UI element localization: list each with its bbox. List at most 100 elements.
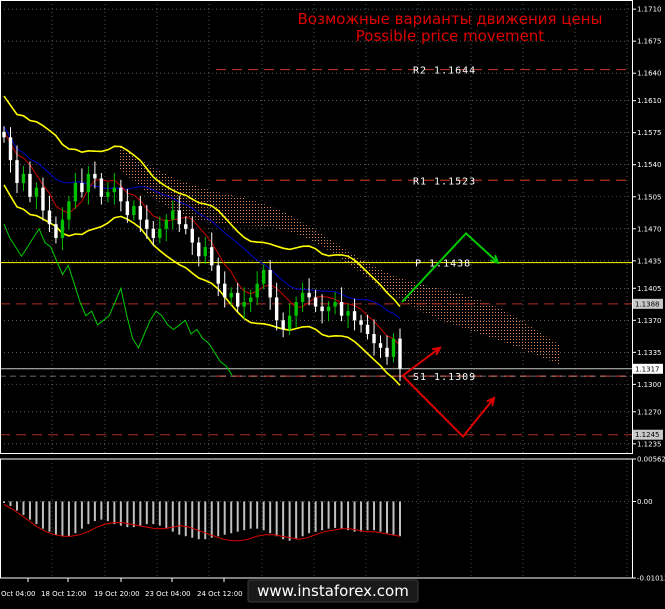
candle-body bbox=[307, 293, 310, 298]
candle-body bbox=[93, 174, 96, 179]
candle-body bbox=[359, 320, 362, 325]
level-label-r1: R1 1.1523 bbox=[413, 176, 476, 187]
candle-body bbox=[314, 297, 317, 306]
candle-body bbox=[281, 320, 284, 329]
level-label-p: P 1.1438 bbox=[415, 259, 471, 270]
price-tick-label: 1.1270 bbox=[637, 408, 662, 416]
candle-body bbox=[22, 174, 25, 183]
candle-body bbox=[54, 224, 57, 238]
price-tick-label: 1.1675 bbox=[637, 38, 662, 46]
price-tick-label: 1.1370 bbox=[637, 317, 662, 325]
axes: 1.17101.16751.16401.16101.15751.15401.15… bbox=[1, 1, 665, 599]
candle-body bbox=[2, 132, 5, 137]
candle-body bbox=[372, 334, 375, 343]
price-tick-label: 1.1575 bbox=[637, 129, 662, 137]
watermark: www.instaforex.com bbox=[248, 580, 418, 602]
candle-body bbox=[255, 284, 258, 298]
candle-body bbox=[132, 206, 135, 215]
candle-body bbox=[327, 307, 330, 312]
candle-body bbox=[191, 229, 194, 243]
price-tick-label: 1.1640 bbox=[637, 70, 662, 78]
candle-body bbox=[392, 339, 395, 357]
candle-body bbox=[113, 188, 116, 193]
candle-body bbox=[119, 188, 122, 202]
candle-body bbox=[249, 297, 252, 302]
watermark-text: www.instaforex.com bbox=[257, 582, 409, 600]
price-tick-label: 1.1505 bbox=[637, 193, 662, 201]
chart-window: R2 1.1644R1 1.1523P 1.1438S1 1.1309 1.17… bbox=[0, 0, 665, 605]
candle-body bbox=[223, 284, 226, 298]
time-tick-label: Oct 04:00 bbox=[1, 590, 36, 598]
candle-body bbox=[74, 183, 77, 201]
candle-body bbox=[100, 178, 103, 196]
candle-body bbox=[171, 210, 174, 219]
title-ru: Возможные варианты движения цены bbox=[298, 10, 603, 28]
candle-body bbox=[158, 229, 161, 238]
candle-body bbox=[145, 220, 148, 229]
candle-body bbox=[236, 293, 239, 307]
candle-body bbox=[41, 188, 44, 211]
level-label-s1: S1 1.1309 bbox=[413, 372, 476, 383]
candle-body bbox=[242, 302, 245, 307]
candle-body bbox=[61, 220, 64, 238]
time-tick-label: 24 Oct 12:00 bbox=[197, 590, 243, 598]
candle-body bbox=[152, 229, 155, 238]
level-label-r2: R2 1.1644 bbox=[413, 66, 476, 77]
price-tick-label: 1.1435 bbox=[637, 257, 662, 265]
osc-tick-label: 0.00 bbox=[637, 498, 653, 506]
title-en: Possible price movement bbox=[356, 27, 545, 45]
candle-body bbox=[87, 174, 90, 192]
candle-body bbox=[217, 265, 220, 283]
candle-body bbox=[333, 302, 336, 307]
price-tick-label: 1.1610 bbox=[637, 97, 662, 105]
candle-body bbox=[379, 343, 382, 348]
price-tick-label: 1.1540 bbox=[637, 161, 662, 169]
candle-body bbox=[398, 339, 401, 369]
candle-body bbox=[262, 270, 265, 284]
candle-body bbox=[106, 192, 109, 197]
candle-body bbox=[340, 302, 343, 316]
candle-body bbox=[80, 183, 83, 192]
osc-tick-label: 0.00562 bbox=[637, 456, 665, 464]
grid bbox=[0, 0, 632, 578]
candle-body bbox=[320, 307, 323, 312]
candle-body bbox=[275, 297, 278, 320]
candle-body bbox=[301, 293, 304, 302]
candle-body bbox=[48, 210, 51, 224]
candle-body bbox=[230, 293, 233, 298]
price-panel-frame bbox=[1, 1, 633, 454]
candle-body bbox=[268, 270, 271, 297]
indicator-lines bbox=[4, 96, 400, 385]
price-tick-label: 1.1405 bbox=[637, 285, 662, 293]
candle-body bbox=[385, 348, 388, 357]
time-tick-label: 19 Oct 20:00 bbox=[94, 590, 140, 598]
candle-body bbox=[165, 220, 168, 229]
candle-body bbox=[126, 201, 129, 215]
oscillator bbox=[0, 501, 632, 540]
price-tag-label: 1.1317 bbox=[635, 365, 660, 373]
chart-svg: R2 1.1644R1 1.1523P 1.1438S1 1.1309 1.17… bbox=[0, 0, 665, 605]
candle-body bbox=[15, 160, 18, 183]
price-tick-label: 1.1300 bbox=[637, 381, 662, 389]
candle-body bbox=[184, 224, 187, 229]
osc-tick-label: -0.01013 bbox=[637, 575, 665, 583]
time-tick-label: 18 Oct 12:00 bbox=[41, 590, 87, 598]
candle-body bbox=[366, 325, 369, 334]
candle-body bbox=[204, 247, 207, 256]
price-tick-label: 1.1335 bbox=[637, 349, 662, 357]
price-tag-label: 1.1245 bbox=[635, 431, 660, 439]
price-tag-label: 1.1388 bbox=[635, 300, 660, 308]
candle-body bbox=[197, 243, 200, 257]
time-tick-label: 23 Oct 04:00 bbox=[145, 590, 191, 598]
candle-body bbox=[353, 311, 356, 320]
candle-body bbox=[28, 174, 31, 197]
candle-body bbox=[67, 201, 70, 219]
candle-body bbox=[9, 137, 12, 160]
price-tick-label: 1.1470 bbox=[637, 225, 662, 233]
candle-body bbox=[346, 311, 349, 316]
candle-body bbox=[178, 210, 181, 224]
price-tick-label: 1.1235 bbox=[637, 440, 662, 448]
candle-body bbox=[288, 316, 291, 330]
candle-body bbox=[210, 247, 213, 265]
candle-body bbox=[35, 188, 38, 197]
